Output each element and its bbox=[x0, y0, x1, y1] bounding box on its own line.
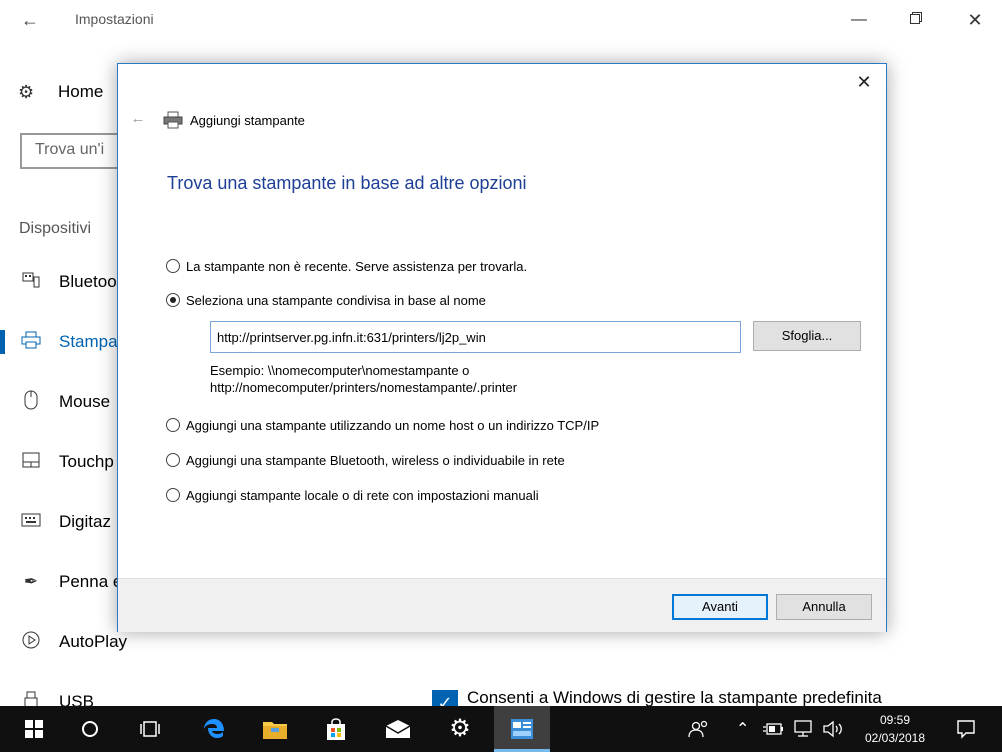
battery-plugged-icon bbox=[763, 723, 783, 735]
sidebar-item-label: Digitaz bbox=[59, 512, 111, 531]
sidebar-item-label: Bluetoo bbox=[59, 272, 117, 291]
next-button[interactable]: Avanti bbox=[672, 594, 768, 620]
task-view-button[interactable] bbox=[122, 706, 178, 752]
printer-icon bbox=[163, 111, 183, 129]
gear-icon: ⚙ bbox=[18, 81, 35, 102]
file-explorer-button[interactable] bbox=[247, 706, 303, 752]
example-text: Esempio: \\nomecomputer\nomestampante o … bbox=[210, 362, 517, 396]
sidebar-item-label: Mouse bbox=[59, 392, 111, 411]
minimize-button[interactable]: — bbox=[836, 6, 882, 34]
dialog-close-button[interactable]: ✕ bbox=[852, 70, 876, 94]
settings-titlebar: ← Impostazioni — ✕ bbox=[0, 0, 1002, 40]
battery-icon-button[interactable] bbox=[762, 706, 784, 752]
maximize-button[interactable] bbox=[893, 6, 939, 34]
gear-icon: ⚙ bbox=[449, 715, 471, 742]
section-heading: Dispositivi bbox=[19, 220, 92, 237]
add-printer-dialog: ✕ ← Aggiungi stampante Trova una stampan… bbox=[117, 63, 887, 632]
network-wired-icon bbox=[794, 720, 812, 737]
option-label: Aggiungi stampante locale o di rete con … bbox=[186, 487, 539, 503]
task-view-icon bbox=[140, 721, 160, 737]
home-nav-item[interactable]: ⚙ Home bbox=[18, 79, 103, 105]
control-panel-icon bbox=[511, 719, 533, 739]
default-printer-checkbox-label: Consenti a Windows di gestire la stampan… bbox=[467, 688, 882, 706]
windows-logo-icon bbox=[25, 720, 43, 738]
folder-icon bbox=[263, 722, 287, 739]
dialog-back-arrow-icon[interactable]: ← bbox=[128, 109, 148, 129]
dialog-footer: Avanti Annulla bbox=[118, 578, 886, 632]
radio-button-selected[interactable] bbox=[166, 293, 180, 307]
settings-title: Impostazioni bbox=[75, 11, 154, 27]
mouse-icon bbox=[20, 390, 42, 415]
show-hidden-icons-button[interactable]: ⌃ bbox=[736, 706, 749, 752]
settings-button[interactable]: ⚙ bbox=[432, 706, 488, 752]
volume-button[interactable] bbox=[822, 706, 844, 752]
radio-button[interactable] bbox=[166, 259, 180, 273]
clock-date: 02/03/2018 bbox=[864, 731, 926, 745]
people-icon bbox=[688, 720, 708, 738]
option-label: Aggiungi una stampante Bluetooth, wirele… bbox=[186, 452, 565, 468]
network-button[interactable] bbox=[792, 706, 814, 752]
action-center-button[interactable] bbox=[946, 706, 986, 752]
back-arrow-icon[interactable]: ← bbox=[14, 6, 46, 34]
option-bluetooth-wireless[interactable]: Aggiungi una stampante Bluetooth, wirele… bbox=[166, 451, 565, 469]
option-tcp-ip[interactable]: Aggiungi una stampante utilizzando un no… bbox=[166, 416, 599, 434]
store-button[interactable] bbox=[308, 706, 364, 752]
sidebar-item-label: Touchp bbox=[59, 452, 114, 471]
option-label: La stampante non è recente. Serve assist… bbox=[186, 258, 528, 274]
option-printer-not-listed[interactable]: La stampante non è recente. Serve assist… bbox=[166, 257, 527, 275]
people-button[interactable] bbox=[688, 706, 710, 752]
default-printer-checkbox[interactable]: ✓ bbox=[432, 690, 458, 706]
dialog-title: Aggiungi stampante bbox=[190, 113, 305, 128]
bluetooth-devices-icon bbox=[20, 271, 42, 294]
option-label: Seleziona una stampante condivisa in bas… bbox=[186, 292, 486, 308]
option-shared-printer-by-name[interactable]: Seleziona una stampante condivisa in bas… bbox=[166, 291, 486, 309]
edge-button[interactable] bbox=[186, 706, 242, 752]
browse-button[interactable]: Sfoglia... bbox=[753, 321, 861, 351]
option-label: Aggiungi una stampante utilizzando un no… bbox=[186, 417, 600, 433]
notification-icon bbox=[957, 720, 975, 739]
example-line-1: Esempio: \\nomecomputer\nomestampante o bbox=[210, 363, 470, 378]
start-button[interactable] bbox=[6, 706, 62, 752]
radio-button[interactable] bbox=[166, 488, 180, 502]
speaker-icon bbox=[823, 720, 842, 738]
edge-icon bbox=[204, 719, 224, 738]
clock[interactable]: 09:59 02/03/2018 bbox=[850, 711, 940, 747]
taskbar: ⚙ ⌃ 09:59 02/03/2018 bbox=[0, 706, 1002, 752]
store-bag-icon bbox=[327, 718, 345, 740]
option-local-manual[interactable]: Aggiungi stampante locale o di rete con … bbox=[166, 486, 539, 504]
example-line-2: http://nomecomputer/printers/nomestampan… bbox=[210, 380, 518, 395]
usb-icon bbox=[20, 691, 42, 706]
mail-button[interactable] bbox=[370, 706, 426, 752]
restore-icon bbox=[910, 12, 922, 24]
radio-button[interactable] bbox=[166, 418, 180, 432]
touchpad-icon bbox=[20, 452, 42, 473]
home-label: Home bbox=[58, 82, 104, 101]
dialog-heading: Trova una stampante in base ad altre opz… bbox=[167, 173, 527, 193]
clock-time: 09:59 bbox=[879, 713, 911, 727]
radio-button[interactable] bbox=[166, 453, 180, 467]
cortana-circle-icon bbox=[82, 721, 98, 737]
printer-name-input[interactable] bbox=[210, 321, 741, 353]
sidebar-item-label: Stampa bbox=[59, 332, 118, 351]
sidebar-item-label: AutoPlay bbox=[59, 632, 128, 651]
cortana-button[interactable] bbox=[62, 706, 118, 752]
mail-envelope-icon bbox=[385, 720, 411, 738]
sidebar-item-usb[interactable]: USB bbox=[0, 682, 300, 706]
close-button[interactable]: ✕ bbox=[952, 6, 998, 34]
sidebar-item-label: USB bbox=[59, 692, 94, 706]
sidebar-item-label: Penna e bbox=[59, 572, 123, 591]
chevron-up-icon: ⌃ bbox=[736, 721, 750, 738]
pen-icon: ✒ bbox=[23, 572, 39, 591]
control-panel-button[interactable] bbox=[494, 706, 550, 752]
printer-icon bbox=[20, 331, 42, 354]
cancel-button[interactable]: Annulla bbox=[776, 594, 872, 620]
keyboard-icon bbox=[20, 512, 42, 532]
autoplay-icon bbox=[20, 630, 42, 655]
